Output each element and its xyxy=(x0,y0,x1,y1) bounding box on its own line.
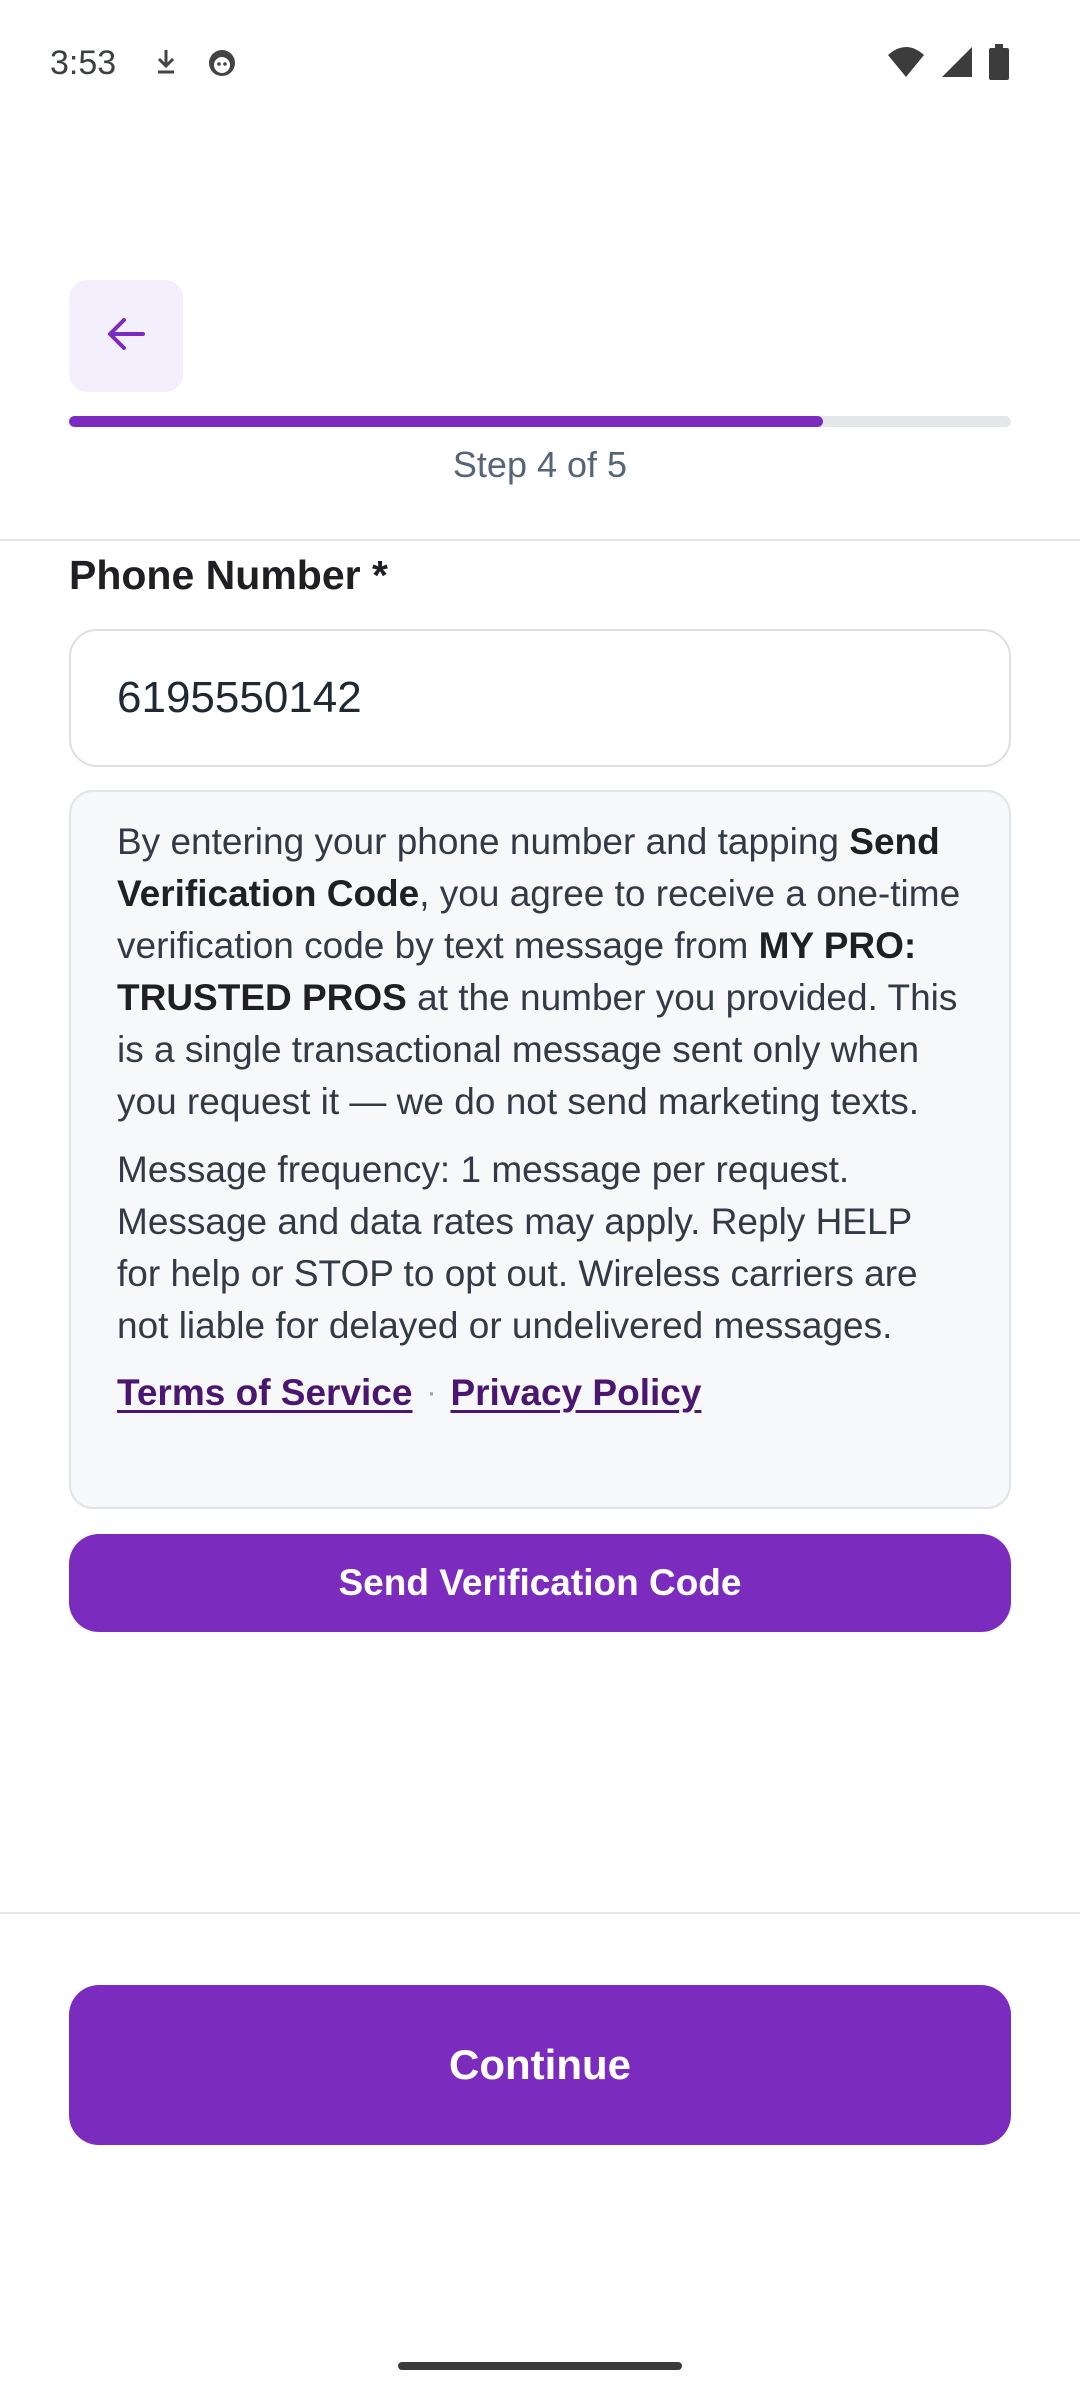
phone-number-label: Phone Number * xyxy=(69,552,388,598)
status-bar: 3:53 xyxy=(0,0,1080,130)
download-arrow-icon xyxy=(148,44,184,80)
face-icon xyxy=(204,44,240,80)
link-separator: · xyxy=(426,1376,437,1409)
header-divider xyxy=(0,539,1080,541)
privacy-policy-link[interactable]: Privacy Policy xyxy=(450,1372,701,1414)
status-time: 3:53 xyxy=(50,44,117,82)
progress-fill xyxy=(69,416,823,427)
wifi-icon xyxy=(886,45,926,84)
footer-divider xyxy=(0,1912,1080,1914)
sms-terms-paragraph: Message frequency: 1 message per request… xyxy=(117,1149,918,1346)
send-verification-code-button[interactable]: Send Verification Code xyxy=(69,1534,1011,1632)
phone-number-input[interactable] xyxy=(69,629,1011,767)
legal-links: Terms of Service · Privacy Policy xyxy=(117,1372,963,1414)
status-right-group xyxy=(886,44,1010,85)
consent-paragraph: By entering your phone number and tappin… xyxy=(117,816,963,1128)
back-button[interactable] xyxy=(69,280,183,392)
consent-disclosure: By entering your phone number and tappin… xyxy=(69,790,1011,1509)
battery-icon xyxy=(988,44,1010,85)
signal-icon xyxy=(940,45,974,84)
home-indicator[interactable] xyxy=(398,2362,682,2370)
progress-bar xyxy=(69,416,1011,427)
screen: 3:53 Step 4 of 5 Phone Number * 61955501… xyxy=(0,0,1080,2400)
terms-of-service-link[interactable]: Terms of Service xyxy=(117,1372,412,1414)
step-label: Step 4 of 5 xyxy=(452,444,628,485)
consent-text-1: By entering your phone number and tappin… xyxy=(117,821,850,862)
arrow-left-icon xyxy=(101,309,151,364)
continue-button[interactable]: Continue xyxy=(69,1985,1011,2145)
